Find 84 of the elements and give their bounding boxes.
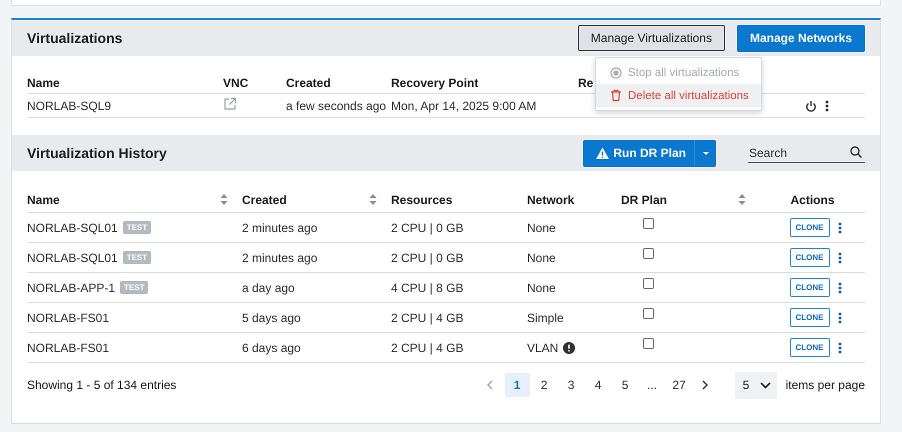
warning-icon (596, 147, 610, 159)
column-header: Name (27, 192, 60, 206)
more-icon[interactable] (825, 100, 829, 112)
table-cell: None (527, 220, 556, 234)
entries-summary: Showing 1 - 5 of 134 entries (27, 378, 178, 392)
page-link[interactable]: 5 (612, 373, 638, 397)
section-title: Virtualizations (27, 30, 124, 46)
checkbox[interactable] (643, 248, 654, 259)
table-cell-text: 5 days ago (242, 310, 302, 324)
caret-icon (702, 152, 708, 154)
page-size-select[interactable]: 5 (734, 372, 777, 398)
column-header: Re (578, 76, 594, 90)
manage-button[interactable]: Manage Virtualizations (578, 25, 725, 51)
sort-icon[interactable] (369, 193, 377, 206)
stop-icon (610, 66, 622, 78)
column-header: Actions (790, 192, 834, 206)
table-cell-text: 2 CPU | 4 GB (391, 310, 464, 324)
more-icon[interactable] (838, 282, 842, 294)
table-cell: NORLAB-SQL01 (27, 250, 118, 264)
column-header: VNC (223, 76, 250, 90)
external-link-icon[interactable] (223, 97, 237, 111)
table-cell-text: 4 CPU | 8 GB (391, 280, 464, 294)
more-icon[interactable] (838, 252, 842, 264)
column-header: DR Plan (621, 192, 668, 206)
table-cell: NORLAB-FS01 (27, 310, 110, 324)
page-link[interactable]: 3 (558, 373, 584, 397)
clone-button[interactable]: CLONE (790, 218, 830, 237)
chevron-down-icon (760, 382, 771, 388)
tag: TEST (122, 221, 152, 234)
clone-button[interactable]: CLONE (790, 248, 830, 267)
column-header: Name (27, 76, 61, 90)
clone-button[interactable]: CLONE (790, 278, 830, 297)
next-icon[interactable] (702, 380, 708, 390)
table-cell-text: 2 CPU | 4 GB (391, 340, 464, 354)
alert-icon (563, 342, 576, 354)
trash-icon (610, 89, 622, 102)
page-link[interactable]: ... (640, 373, 665, 397)
more-icon[interactable] (838, 342, 842, 354)
page-link[interactable]: 1 (504, 373, 530, 397)
column-header: Created (242, 192, 287, 206)
clone-button[interactable]: CLONE (790, 338, 830, 357)
previous-icon[interactable] (486, 380, 493, 390)
table-cell: None (527, 280, 556, 294)
table-cell-text: 6 days ago (242, 340, 302, 354)
column-header: Created (286, 76, 332, 90)
checkbox[interactable] (643, 338, 654, 349)
column-header: Network (527, 192, 574, 206)
tag: TEST (120, 281, 148, 294)
table-cell-text: a few seconds ago (286, 98, 388, 112)
page-link[interactable]: 4 (586, 373, 611, 397)
column-header: Recovery Point (391, 76, 480, 90)
table-cell: VLAN (527, 340, 558, 354)
table-cell: Simple (527, 310, 564, 324)
networks-button[interactable]: Manage Networks (736, 24, 865, 52)
section-title: Virtualization History (27, 145, 168, 161)
clone-button[interactable]: CLONE (790, 308, 830, 327)
column-header: Resources (391, 192, 452, 206)
sort-icon[interactable] (738, 193, 746, 206)
table-cell: NORLAB-SQL01 (27, 220, 118, 234)
table-cell-text: 2 CPU | 0 GB (391, 250, 464, 264)
power-icon[interactable] (805, 100, 817, 112)
table-cell-text: 2 CPU | 0 GB (391, 220, 464, 234)
menu-item[interactable]: Delete all virtualizations (596, 84, 761, 107)
more-icon[interactable] (838, 222, 842, 234)
table-cell: NORLAB-FS01 (27, 340, 110, 354)
tag: TEST (122, 251, 152, 264)
more-icon[interactable] (838, 312, 842, 324)
search-icon (850, 146, 862, 158)
sort-icon[interactable] (220, 193, 228, 206)
checkbox[interactable] (643, 308, 654, 319)
table-cell-text: NORLAB-SQL9 (27, 98, 112, 112)
page-link[interactable]: 2 (532, 373, 557, 397)
per-page-label: items per page (786, 378, 865, 392)
checkbox[interactable] (643, 278, 654, 289)
run-button[interactable]: Run DR Plan (583, 140, 694, 166)
table-cell: NORLAB-APP-1 (27, 280, 116, 294)
table-cell-text: Mon, Apr 14, 2025 9:00 AM (391, 98, 538, 112)
checkbox[interactable] (643, 218, 654, 229)
table-cell: None (527, 250, 556, 264)
table-cell-text: a day ago (242, 280, 296, 294)
page-link[interactable]: 27 (666, 373, 692, 397)
table-cell-text: 2 minutes ago (242, 220, 318, 234)
search-field[interactable]: Search (748, 143, 865, 163)
table-cell-text: 2 minutes ago (242, 250, 318, 264)
